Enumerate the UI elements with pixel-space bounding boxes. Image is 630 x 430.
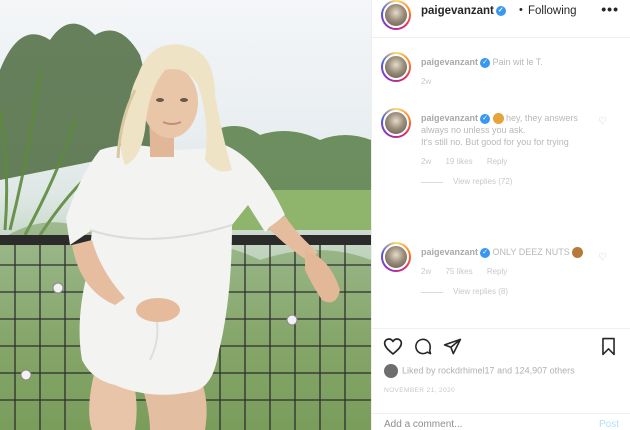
comment-time[interactable]: 2w [421,77,431,86]
comment-avatar[interactable] [383,54,409,80]
replies-divider [421,181,443,183]
comment-avatar[interactable] [383,244,409,270]
replies-divider [421,291,443,293]
heart-icon[interactable] [383,337,403,356]
comment-username[interactable]: paigevanzant [421,113,478,123]
comments-list[interactable]: paigevanzant ✓ Pain wit le T. 2w paigevan… [372,38,630,328]
add-comment-bar: Post [372,413,630,430]
comment-body: paigevanzant ✓ hey, they answers always n… [421,112,589,188]
bookmark-icon[interactable] [600,337,617,356]
post-actions: Liked by rockdrhimel17 and 124,907 other… [372,328,630,430]
comment-meta: 2w 19 likes Reply [421,156,589,168]
view-replies[interactable]: View replies (8) [421,286,589,298]
post-image-art [0,23,371,430]
likes-summary: Liked by rockdrhimel17 and 124,907 other… [384,364,575,378]
post-photo[interactable] [0,0,371,430]
peanut-emoji-icon [572,247,584,259]
header-username[interactable]: paigevanzant ✓ [421,5,506,17]
following-button[interactable]: Following [528,5,577,17]
comment-body: paigevanzant ✓ ONLY DEEZ NUTS 2w 75 likes… [421,246,589,298]
comment-avatar[interactable] [383,110,409,136]
comment-avatar-ring[interactable] [381,108,411,138]
avatar[interactable] [383,2,409,28]
likes-count[interactable]: 124,907 others [515,365,575,375]
liker-avatar[interactable] [384,364,398,378]
liked-by-prefix: Liked by [402,365,439,376]
verified-badge-icon: ✓ [480,57,491,68]
comment-text: Pain wit le T. [492,57,543,67]
comment-likes[interactable]: 19 likes [445,157,472,166]
liked-by-and: and [494,365,515,376]
comment-meta: 2w 75 likes Reply [421,266,589,278]
view-replies[interactable]: View replies (72) [421,176,589,188]
post-header: paigevanzant ✓ • Following ••• [372,0,630,38]
liked-by-user[interactable]: rockdrhimel17 [438,365,495,375]
comment-like-heart-icon[interactable]: ♡ [598,116,607,127]
verified-badge-icon: ✓ [495,5,506,16]
add-comment-input[interactable] [384,419,564,430]
view-replies-label[interactable]: View replies (72) [453,177,512,186]
post-date[interactable]: NOVEMBER 21, 2020 [384,387,455,394]
comment-time[interactable]: 2w [421,157,431,166]
post-side-panel: paigevanzant ✓ • Following ••• paigevanza… [371,0,630,430]
paper-plane-icon[interactable] [443,337,462,356]
profile-avatar-ring[interactable] [381,0,411,30]
verified-badge-icon: ✓ [480,113,491,124]
comment-time[interactable]: 2w [421,267,431,276]
header-username-text[interactable]: paigevanzant [421,5,494,17]
comment-text-line2: It's still no. But good for you for tryi… [421,137,569,148]
comment-meta: 2w [421,76,589,88]
reply-button[interactable]: Reply [487,157,507,166]
view-replies-label[interactable]: View replies (8) [453,287,508,296]
comment-likes[interactable]: 75 likes [445,267,472,276]
verified-badge-icon: ✓ [480,247,491,258]
grimace-emoji-icon [492,113,504,125]
comment-icon[interactable] [413,337,433,356]
comment-like-heart-icon[interactable]: ♡ [598,252,607,263]
more-options-icon[interactable]: ••• [601,1,619,17]
reply-button[interactable]: Reply [487,267,507,276]
comment-username[interactable]: paigevanzant [421,247,478,257]
header-separator: • [519,4,523,16]
comment-avatar-ring[interactable] [381,52,411,82]
comment-username[interactable]: paigevanzant [421,57,478,67]
comment-body: paigevanzant ✓ Pain wit le T. 2w [421,56,589,88]
comment-avatar-ring[interactable] [381,242,411,272]
post-comment-button[interactable]: Post [599,419,619,430]
comment-text: ONLY DEEZ NUTS [492,247,570,257]
